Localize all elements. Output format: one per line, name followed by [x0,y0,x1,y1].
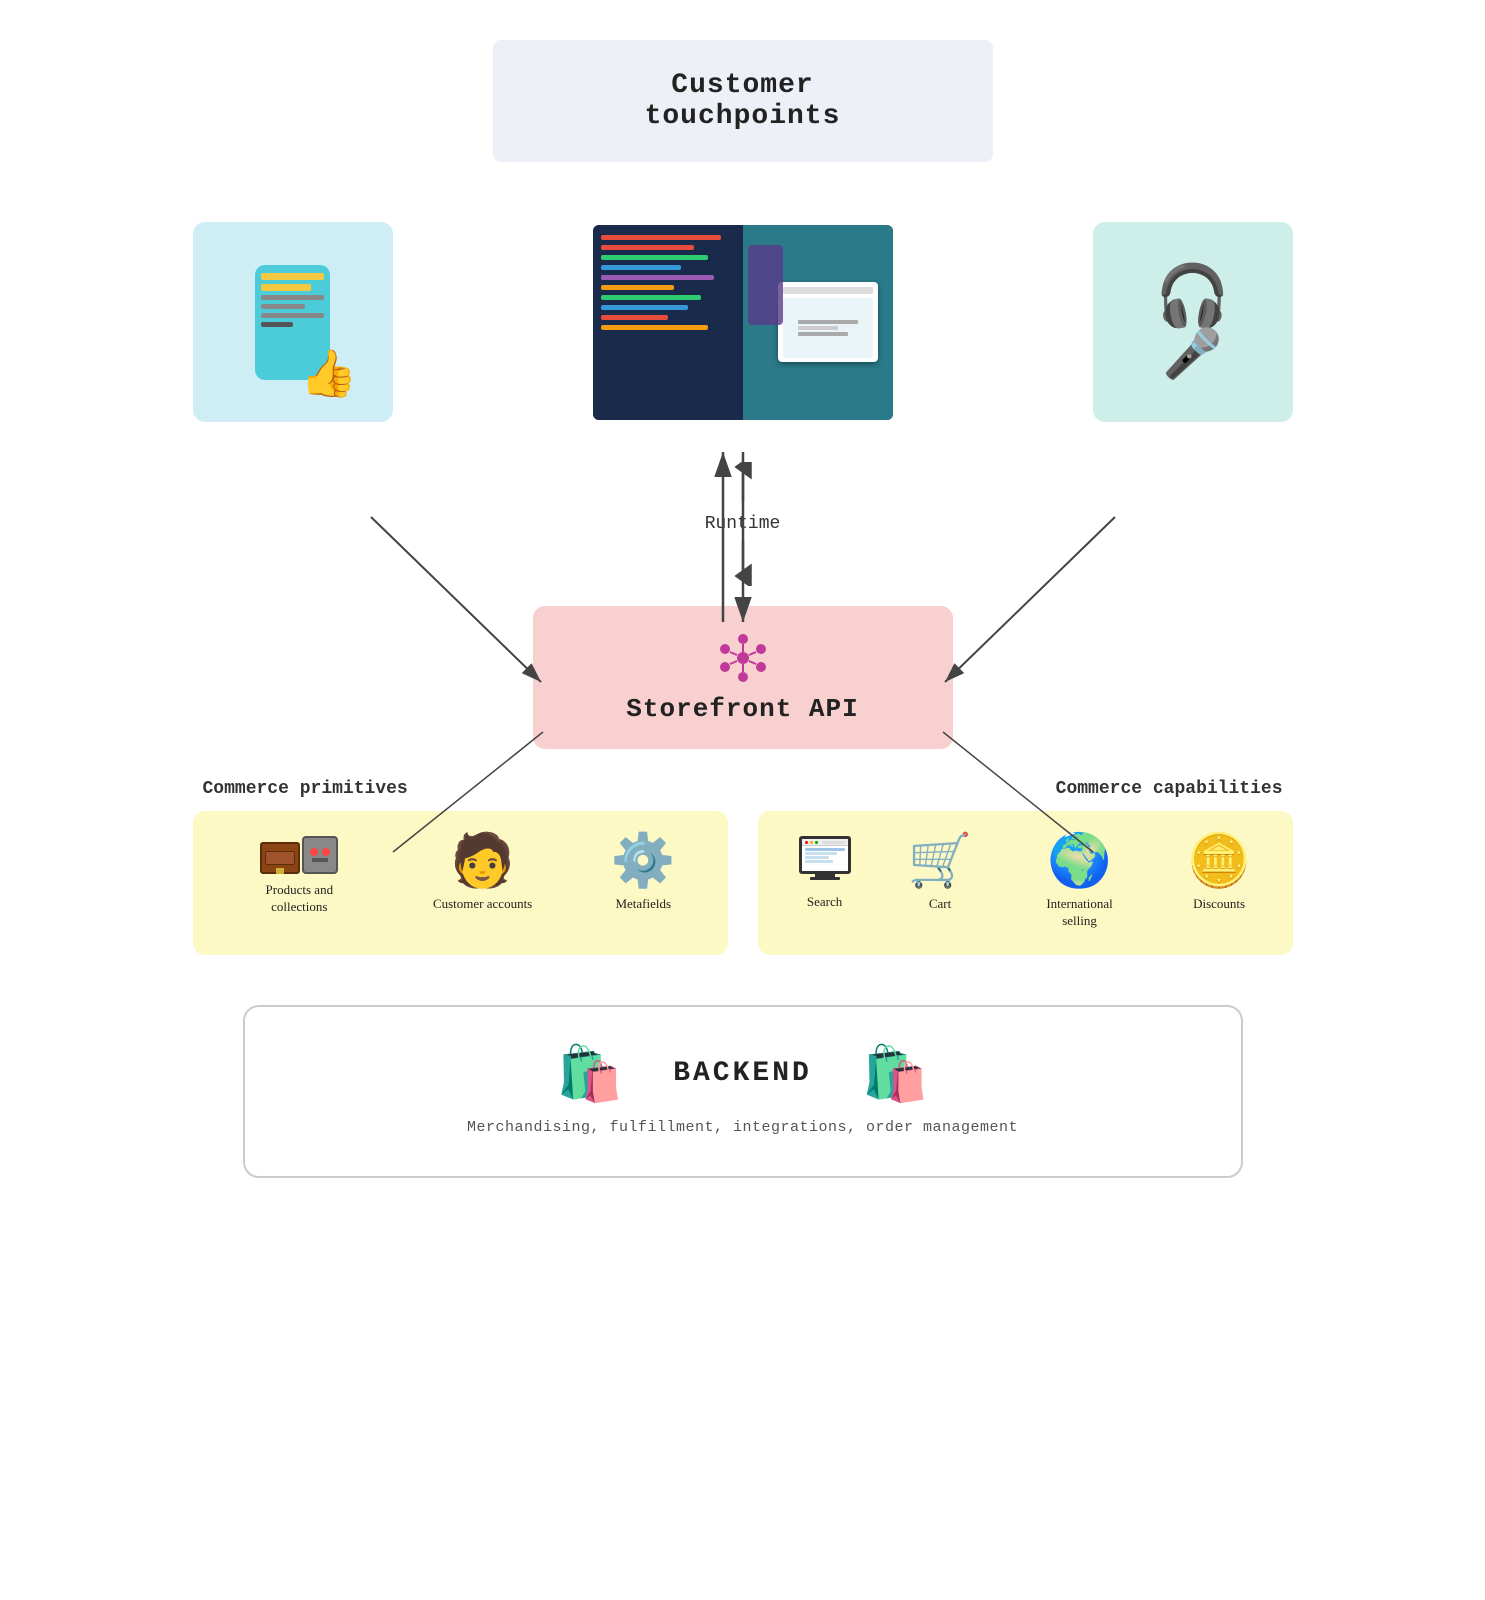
main-container: Customer touchpoints [0,0,1485,1600]
item-search: Search [799,836,851,911]
right-touchpoint-box: 🎧 🎤 [1093,222,1293,422]
customer-touchpoints-title: Customer touchpoints [573,70,913,132]
item-discounts-label: Discounts [1193,896,1245,913]
item-discounts: 🪙 Discounts [1187,836,1252,913]
backend-title: BACKEND [673,1058,812,1089]
item-customer-accounts-label: Customer accounts [433,896,532,913]
center-screen [593,225,893,420]
item-products-collections-label: Products and collections [244,882,354,916]
customer-touchpoints-box: Customer touchpoints [493,40,993,162]
item-products-collections: Products and collections [244,836,354,916]
commerce-primitives-box: Products and collections 🧑 Customer acco… [193,811,728,955]
backend-icon-right: 🛍️ [862,1047,929,1101]
backend-subtitle: Merchandising, fulfillment, integrations… [467,1119,1018,1136]
item-customer-accounts: 🧑 Customer accounts [433,836,532,913]
item-international-selling-label: International selling [1030,896,1130,930]
full-diagram: 👍 [193,222,1293,1005]
api-icon [713,631,773,686]
backend-section: 🛍️ BACKEND 🛍️ Merchandising, fulfillment… [243,1005,1243,1178]
item-international-selling: 🌍 International selling [1030,836,1130,930]
runtime-label: Runtime [705,514,781,534]
arrow-up-svg [728,462,758,512]
backend-top: 🛍️ BACKEND 🛍️ [556,1047,929,1101]
item-metafields-label: Metafields [615,896,671,913]
commerce-primitives-title: Commerce primitives [203,779,408,799]
commerce-capabilities-box: Search 🛒 Cart 🌍 International selling [758,811,1293,955]
item-metafields: ⚙️ Metafields [611,836,676,913]
arrow-down-svg [728,536,758,586]
storefront-api-title: Storefront API [613,694,873,724]
item-cart-label: Cart [929,896,951,913]
commerce-capabilities-title: Commerce capabilities [1056,779,1283,799]
backend-icon-left: 🛍️ [556,1047,623,1101]
item-search-label: Search [807,894,842,911]
item-cart: 🛒 Cart [908,836,973,913]
storefront-api-box: Storefront API [533,606,953,749]
left-touchpoint-box: 👍 [193,222,393,422]
